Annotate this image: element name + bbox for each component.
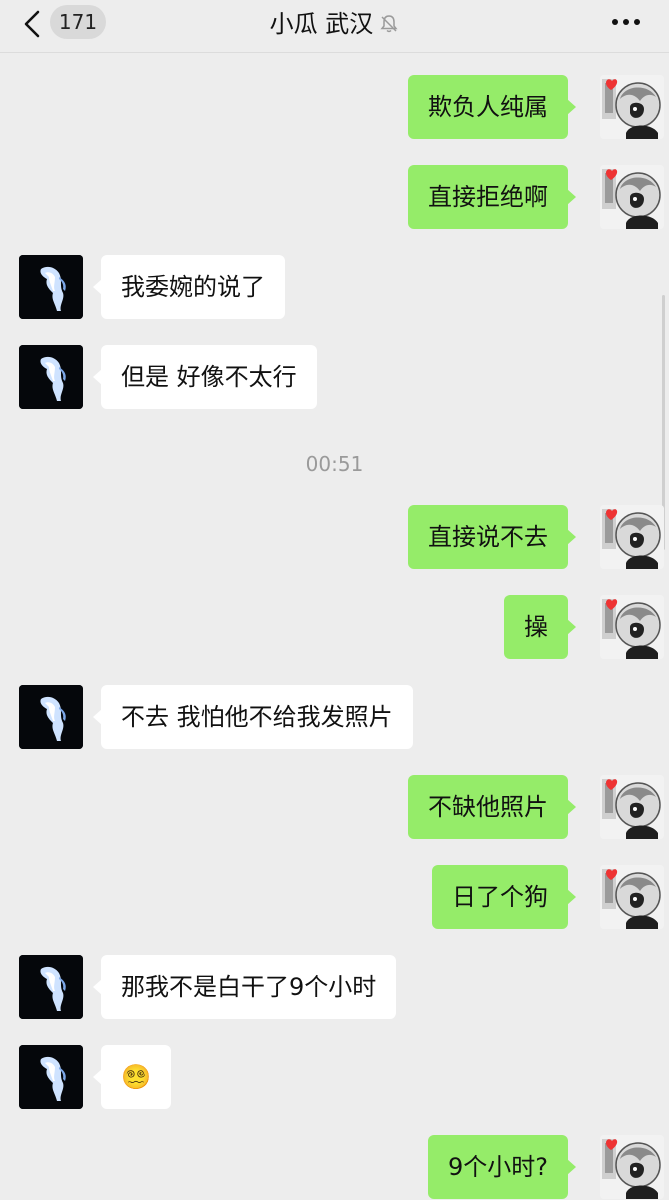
contact-avatar[interactable] xyxy=(19,345,83,409)
chat-title: 小瓜 武汉 xyxy=(269,10,374,38)
more-options-icon[interactable] xyxy=(611,18,641,26)
timestamp: 00:51 xyxy=(305,452,364,476)
message-bubble[interactable]: 不去 我怕他不给我发照片 xyxy=(93,685,413,749)
self-avatar[interactable] xyxy=(600,775,664,839)
self-avatar[interactable] xyxy=(600,1135,664,1199)
message-bubble[interactable]: 不缺他照片 xyxy=(408,775,576,839)
message-bubble[interactable]: 操 xyxy=(504,595,576,659)
message-bubble[interactable]: 直接说不去 xyxy=(408,505,576,569)
message-bubble[interactable]: 那我不是白干了9个小时 xyxy=(92,955,397,1019)
message-bubble[interactable]: 日了个狗 xyxy=(432,865,576,929)
message-bubble[interactable]: 但是 好像不太行 xyxy=(93,345,317,409)
chat-title-wrap: 小瓜 武汉 xyxy=(0,8,669,40)
emoji-message-bubble[interactable]: 😵‍💫 xyxy=(93,1045,171,1109)
message-bubble[interactable]: 我委婉的说了 xyxy=(93,255,285,319)
muted-bell-icon xyxy=(380,15,398,33)
message-bubble[interactable]: 9个小时? xyxy=(427,1135,577,1199)
self-avatar[interactable] xyxy=(600,165,664,229)
message-bubble[interactable]: 直接拒绝啊 xyxy=(408,165,576,229)
contact-avatar[interactable] xyxy=(19,1045,83,1109)
contact-avatar[interactable] xyxy=(19,255,83,319)
contact-avatar[interactable] xyxy=(19,955,83,1019)
self-avatar[interactable] xyxy=(600,595,664,659)
self-avatar[interactable] xyxy=(600,505,664,569)
message-bubble[interactable]: 欺负人纯属 xyxy=(408,75,576,139)
self-avatar[interactable] xyxy=(600,865,664,929)
chat-header: 171 小瓜 武汉 xyxy=(0,0,669,53)
self-avatar[interactable] xyxy=(600,75,664,139)
contact-avatar[interactable] xyxy=(19,685,83,749)
